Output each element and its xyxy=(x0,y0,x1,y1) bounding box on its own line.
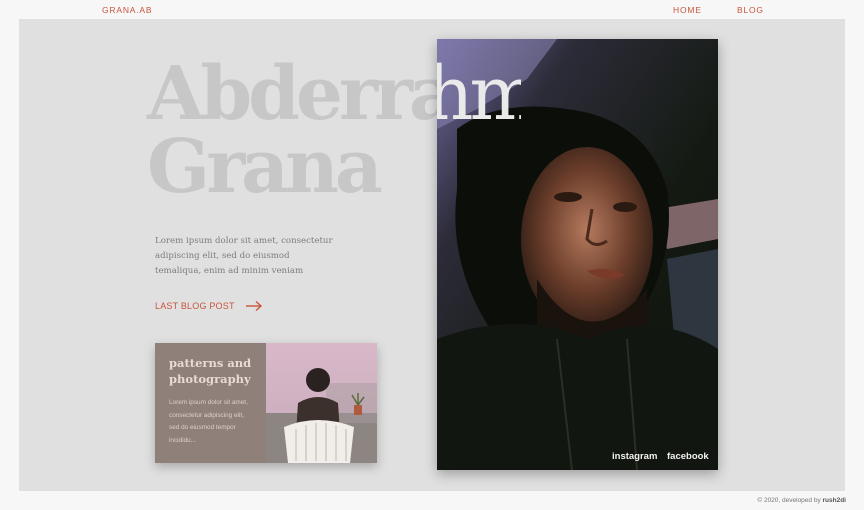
last-blog-post-link[interactable]: LAST BLOG POST xyxy=(155,300,263,312)
brand-logo-link[interactable]: GRANA.AB xyxy=(102,5,152,15)
blog-card-title: patterns and photography xyxy=(169,356,252,386)
person-on-chair-image xyxy=(266,368,377,463)
blog-card-text-area: patterns and photography Lorem ipsum dol… xyxy=(155,343,266,463)
blog-card-image xyxy=(266,343,377,463)
footer-prefix: © 2020, developed by xyxy=(757,497,821,504)
arrow-right-icon xyxy=(245,300,262,312)
nav-blog-link[interactable]: BLOG xyxy=(737,5,764,15)
footer-credit: © 2020, developed by rush2di xyxy=(757,497,846,504)
footer-author: rush2di xyxy=(822,497,846,504)
nav-home-link[interactable]: HOME xyxy=(673,5,702,15)
portrait-image xyxy=(437,39,718,470)
top-navigation: GRANA.AB HOME BLOG xyxy=(0,0,864,19)
portrait-photo xyxy=(437,39,718,470)
hero-intro-text: Lorem ipsum dolor sit amet, consectetur … xyxy=(155,236,333,276)
last-blog-post-label: LAST BLOG POST xyxy=(155,301,235,311)
blog-card-excerpt: Lorem ipsum dolor sit amet, consectetur … xyxy=(169,399,248,444)
instagram-link[interactable]: instagram xyxy=(612,451,657,462)
blog-post-card[interactable]: patterns and photography Lorem ipsum dol… xyxy=(155,343,377,463)
facebook-link[interactable]: facebook xyxy=(667,451,709,462)
